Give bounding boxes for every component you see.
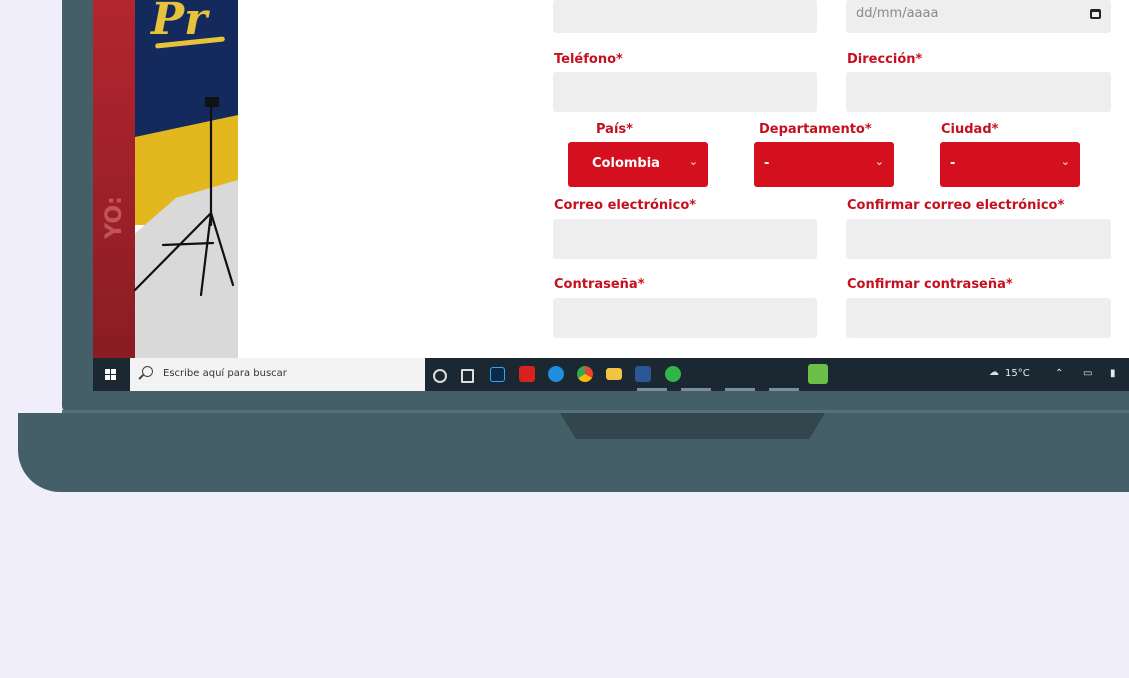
ciudad-select-value: - (950, 156, 956, 171)
task-view-icon[interactable] (461, 369, 474, 383)
windows-start-icon[interactable] (105, 369, 117, 381)
battery-icon[interactable]: ▮ (1110, 368, 1116, 379)
contrasena-label: Contraseña* (554, 277, 645, 292)
search-icon (142, 366, 153, 377)
confirmar-contrasena-label: Confirmar contraseña* (847, 277, 1013, 292)
taskbar-search-placeholder: Escribe aquí para buscar (163, 368, 287, 379)
confirmar-correo-label: Confirmar correo electrónico* (847, 198, 1065, 213)
pais-select[interactable]: Colombia ⌄ (568, 142, 708, 187)
active-app-indicator (681, 388, 711, 391)
chrome-icon[interactable] (577, 366, 593, 382)
windows-taskbar: Escribe aquí para buscar ☁ 15°C ⌃ ▭ ▮ (93, 358, 1129, 391)
direccion-label: Dirección* (847, 52, 923, 67)
confirmar-contrasena-input[interactable] (846, 298, 1111, 338)
active-app-indicator (637, 388, 667, 391)
contrasena-input[interactable] (553, 298, 817, 338)
file-explorer-icon[interactable] (606, 368, 622, 380)
banner-side-letters: YO: (101, 196, 127, 239)
departamento-label: Departamento* (759, 122, 872, 137)
date-placeholder: dd/mm/aaaa (856, 6, 939, 21)
confirmar-correo-input[interactable] (846, 219, 1111, 259)
ciudad-label: Ciudad* (941, 122, 999, 137)
chevron-up-icon[interactable]: ⌃ (1055, 368, 1063, 379)
date-input[interactable]: dd/mm/aaaa (846, 0, 1111, 33)
chevron-down-icon: ⌄ (688, 155, 698, 168)
photoshop-icon[interactable] (490, 367, 505, 382)
chevron-down-icon: ⌄ (874, 155, 884, 168)
ciudad-select[interactable]: - ⌄ (940, 142, 1080, 187)
whatsapp-icon[interactable] (665, 366, 681, 382)
previous-row-input[interactable] (553, 0, 817, 33)
departamento-select[interactable]: - ⌄ (754, 142, 894, 187)
pais-label: País* (596, 122, 633, 137)
laptop-hinge (62, 410, 1129, 413)
calendar-icon[interactable] (1090, 9, 1101, 19)
weather-temperature[interactable]: 15°C (1005, 368, 1030, 379)
chevron-down-icon: ⌄ (1060, 155, 1070, 168)
laptop-notch (560, 413, 825, 439)
weather-icon[interactable]: ☁ (989, 367, 999, 378)
active-app-indicator (769, 388, 799, 391)
acrobat-icon[interactable] (519, 366, 535, 382)
active-app-indicator (725, 388, 755, 391)
word-icon[interactable] (635, 366, 651, 382)
pais-select-value: Colombia (592, 156, 660, 171)
network-icon[interactable]: ▭ (1083, 368, 1092, 379)
promo-banner-image: Pr YO: (93, 0, 238, 358)
telefono-label: Teléfono* (554, 52, 623, 67)
edge-icon[interactable] (548, 366, 564, 382)
laptop-screen: Pr YO: dd/mm/aaaa Teléfono* Dirección* P… (93, 0, 1129, 391)
taskbar-search-box[interactable]: Escribe aquí para buscar (130, 358, 425, 391)
green-app-icon[interactable] (808, 364, 828, 384)
banner-red-strip (93, 0, 135, 358)
telefono-input[interactable] (553, 72, 817, 112)
correo-label: Correo electrónico* (554, 198, 697, 213)
direccion-input[interactable] (846, 72, 1111, 112)
departamento-select-value: - (764, 156, 770, 171)
cortana-icon[interactable] (433, 369, 447, 383)
tripod-icon (133, 97, 235, 297)
correo-input[interactable] (553, 219, 817, 259)
